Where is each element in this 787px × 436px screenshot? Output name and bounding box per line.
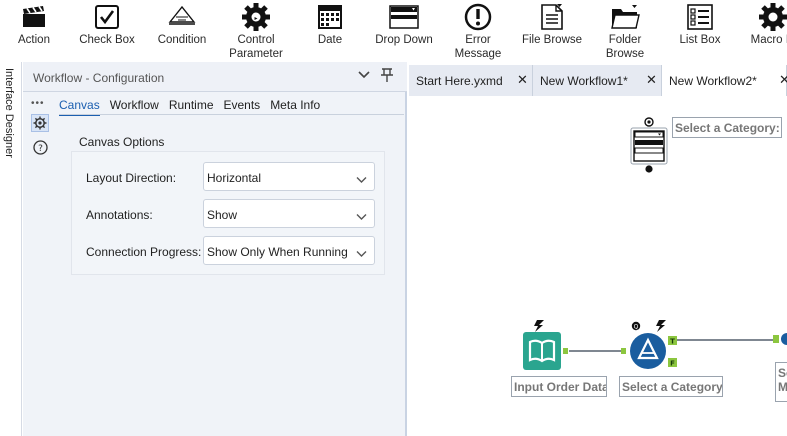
folder-browse-tool-button[interactable]: Folder Browse bbox=[582, 2, 668, 61]
macro-input-icon bbox=[758, 2, 787, 32]
error-icon bbox=[463, 2, 493, 32]
layout-direction-select[interactable]: Horizontal bbox=[203, 162, 375, 191]
node-annotation: Select a Category: bbox=[672, 117, 782, 138]
false-anchor-label: F bbox=[670, 360, 675, 368]
connection-wire bbox=[569, 350, 624, 352]
partial-node[interactable] bbox=[773, 332, 787, 346]
tab-start-here[interactable]: Start Here.yxmd ✕ bbox=[409, 65, 533, 96]
chevron-down-icon bbox=[356, 247, 367, 261]
node-annotation: Select a Category bbox=[619, 376, 723, 397]
select-value: Show Only When Running bbox=[207, 245, 348, 259]
close-icon[interactable]: ✕ bbox=[646, 72, 657, 88]
filter-node[interactable]: Q T F bbox=[621, 318, 685, 374]
connection-progress-label: Connection Progress: bbox=[86, 245, 202, 259]
tool-label: Macro In bbox=[750, 34, 787, 46]
close-icon[interactable]: ✕ bbox=[517, 72, 528, 88]
layout-direction-label: Layout Direction: bbox=[86, 171, 177, 185]
q-badge: Q bbox=[634, 324, 639, 331]
gear-icon: ▸ bbox=[241, 2, 271, 32]
tool-label: Error Message bbox=[454, 34, 502, 60]
tool-label: File Browse bbox=[521, 34, 583, 46]
workflow-canvas[interactable]: Start Here.yxmd ✕ New Workflow1* ✕ New W… bbox=[409, 62, 787, 436]
interface-designer-strip[interactable]: Interface Designer bbox=[0, 62, 22, 436]
checkbox-tool-button[interactable]: Check Box bbox=[64, 2, 150, 47]
annotations-select[interactable]: Show bbox=[203, 199, 375, 228]
input-data-node[interactable] bbox=[522, 318, 578, 374]
tool-label: Check Box bbox=[79, 34, 135, 46]
close-icon[interactable]: ✕ bbox=[779, 72, 787, 88]
select-value: Horizontal bbox=[207, 171, 262, 185]
help-icon[interactable]: ? bbox=[31, 138, 49, 156]
file-icon bbox=[537, 2, 567, 32]
dropdown-node[interactable] bbox=[629, 117, 669, 173]
calendar-icon bbox=[315, 2, 345, 32]
chevron-down-icon[interactable] bbox=[358, 69, 370, 84]
annotations-label: Annotations: bbox=[86, 208, 153, 222]
listbox-icon bbox=[685, 2, 715, 32]
tool-label: List Box bbox=[679, 34, 721, 46]
node-annotation: Input Order Data bbox=[511, 376, 607, 397]
document-tabs: Start Here.yxmd ✕ New Workflow1* ✕ New W… bbox=[409, 65, 787, 96]
svg-text:?: ? bbox=[38, 144, 43, 154]
connection-wire bbox=[677, 339, 773, 341]
clapperboard-icon bbox=[19, 2, 49, 32]
node-annotation: Se M bbox=[775, 362, 787, 402]
connection-progress-select[interactable]: Show Only When Running bbox=[203, 236, 375, 265]
tool-label: Drop Down bbox=[375, 34, 433, 46]
condition-icon bbox=[167, 2, 197, 32]
dropdown-icon bbox=[389, 2, 419, 32]
interface-designer-label: Interface Designer bbox=[3, 68, 15, 158]
tab-new-workflow2[interactable]: New Workflow2* ✕ bbox=[662, 65, 787, 96]
more-icon[interactable]: ••• bbox=[31, 99, 51, 109]
folder-icon bbox=[610, 2, 640, 32]
true-anchor-label: T bbox=[670, 338, 675, 346]
tab-name: New Workflow1* bbox=[540, 74, 628, 88]
tab-name: New Workflow2* bbox=[669, 74, 757, 88]
checkbox-icon bbox=[92, 2, 122, 32]
ribbon-toolbar: Action Check Box Condition ▸ Control Par… bbox=[0, 0, 787, 62]
panel-side-icons: ••• ? bbox=[31, 99, 51, 156]
section-title: Canvas Options bbox=[79, 135, 165, 149]
panel-title: Workflow - Configuration bbox=[33, 71, 165, 85]
chevron-down-icon bbox=[356, 210, 367, 224]
tab-new-workflow1[interactable]: New Workflow1* ✕ bbox=[533, 65, 662, 96]
tool-label: Date bbox=[317, 34, 343, 46]
chevron-down-icon bbox=[356, 173, 367, 187]
pin-icon[interactable] bbox=[380, 67, 394, 86]
settings-gear-icon[interactable] bbox=[31, 114, 49, 132]
tab-divider bbox=[59, 114, 404, 115]
tab-name: Start Here.yxmd bbox=[416, 74, 503, 88]
tool-label: Condition bbox=[157, 34, 207, 46]
select-value: Show bbox=[207, 208, 238, 222]
configuration-panel: Workflow - Configuration ••• ? Canvas Wo… bbox=[23, 62, 407, 436]
svg-text:▸: ▸ bbox=[254, 16, 257, 22]
tool-label: Control Parameter bbox=[229, 34, 283, 60]
tool-label: Action bbox=[18, 34, 50, 46]
panel-header: Workflow - Configuration bbox=[23, 62, 407, 92]
macro-input-tool-button[interactable]: Macro In bbox=[730, 2, 787, 47]
tool-label: Folder Browse bbox=[605, 34, 645, 60]
